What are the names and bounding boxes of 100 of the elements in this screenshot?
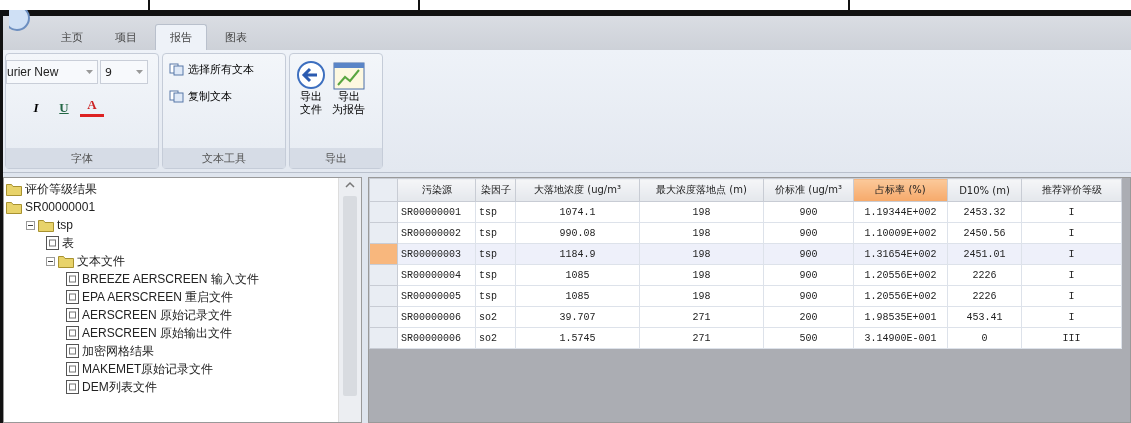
document-icon — [66, 362, 79, 376]
tree-item[interactable]: tsp — [57, 218, 73, 232]
document-icon — [66, 344, 79, 358]
group-title: 字体 — [6, 148, 158, 168]
tree-item[interactable]: BREEZE AERSCREEN 输入文件 — [82, 270, 259, 288]
table-cell: 0 — [947, 327, 1022, 349]
tree-item[interactable]: AERSCREEN 原始记录文件 — [82, 306, 233, 324]
group-title: 导出 — [290, 148, 382, 168]
column-header[interactable]: 占标率 (%) — [853, 178, 948, 202]
table-cell: so2 — [475, 327, 516, 349]
table-cell: tsp — [475, 201, 516, 223]
tree-item[interactable]: 加密网格结果 — [82, 342, 154, 360]
document-icon — [66, 380, 79, 394]
row-header[interactable] — [369, 243, 398, 265]
table-cell: 900 — [763, 222, 854, 244]
row-header[interactable] — [369, 285, 398, 307]
table-cell: 2450.56 — [947, 222, 1022, 244]
format-button[interactable]: U — [52, 96, 76, 120]
caret-icon — [86, 70, 93, 74]
table-cell: I — [1021, 306, 1122, 328]
format-button[interactable]: I — [24, 96, 48, 120]
ribbon-tab[interactable]: 图表 — [211, 24, 261, 50]
group-title: 文本工具 — [163, 148, 285, 168]
table-cell: 1074.1 — [515, 201, 640, 223]
table-cell: 1.19344E+002 — [853, 201, 948, 223]
column-header[interactable]: 推荐评价等级 — [1021, 178, 1122, 202]
tree-item[interactable]: EPA AERSCREEN 重启文件 — [82, 288, 234, 306]
tree-item[interactable]: 文本文件 — [77, 252, 125, 270]
table-cell: 900 — [763, 264, 854, 286]
table-cell: 900 — [763, 285, 854, 307]
tree-item[interactable]: MAKEMET原始记录文件 — [82, 360, 214, 378]
document-icon — [66, 308, 79, 322]
table-cell: 2453.32 — [947, 201, 1022, 223]
select-icon — [169, 63, 184, 76]
copy-icon — [169, 90, 184, 103]
table-cell: I — [1021, 201, 1122, 223]
app-menu-icon[interactable] — [9, 10, 31, 32]
column-header[interactable]: 染因子 — [475, 178, 516, 202]
font-field[interactable]: urier New — [6, 60, 98, 84]
tree-item[interactable]: 评价等级结果 — [25, 180, 97, 198]
column-header[interactable]: 大落地浓度 (ug/m³ — [515, 178, 640, 202]
table-cell: tsp — [475, 222, 516, 244]
table-cell: 2226 — [947, 285, 1022, 307]
caret-icon — [136, 70, 143, 74]
row-header[interactable] — [369, 327, 398, 349]
font-size-field[interactable]: 9 — [100, 60, 148, 84]
folder-icon — [38, 218, 54, 232]
ribbon-tab[interactable]: 报告 — [155, 24, 207, 50]
row-header[interactable] — [369, 222, 398, 244]
collapse-toggle[interactable] — [46, 256, 55, 266]
document-icon — [46, 236, 59, 250]
table-cell: 990.08 — [515, 222, 640, 244]
table-cell: 2226 — [947, 264, 1022, 286]
ribbon-button[interactable]: 导出 为报告 — [332, 60, 365, 142]
tree-item[interactable]: DEM列表文件 — [82, 378, 157, 396]
table-cell: I — [1021, 285, 1122, 307]
table-cell: tsp — [475, 285, 516, 307]
table-cell: SR00000006 — [397, 327, 476, 349]
table-cell: 198 — [639, 201, 764, 223]
table-cell: 198 — [639, 222, 764, 244]
table-cell: 1085 — [515, 285, 640, 307]
ribbon-tab[interactable]: 主页 — [47, 24, 97, 50]
table-cell: 271 — [639, 306, 764, 328]
table-cell: SR00000001 — [397, 201, 476, 223]
scrollbar[interactable] — [338, 178, 361, 422]
table-cell: 200 — [763, 306, 854, 328]
table-cell: so2 — [475, 306, 516, 328]
tree-item[interactable]: AERSCREEN 原始输出文件 — [82, 324, 233, 342]
table-cell: SR00000002 — [397, 222, 476, 244]
table-cell: 1.20556E+002 — [853, 285, 948, 307]
table-cell: tsp — [475, 264, 516, 286]
table-cell: 39.707 — [515, 306, 640, 328]
document-icon — [66, 290, 79, 304]
folder-icon — [6, 200, 22, 214]
table-cell: 3.14900E-001 — [853, 327, 948, 349]
chart-icon — [332, 60, 365, 90]
column-header[interactable]: 最大浓度落地点 (m) — [639, 178, 764, 202]
row-header[interactable] — [369, 264, 398, 286]
table-cell: 453.41 — [947, 306, 1022, 328]
column-header[interactable]: 污染源 — [397, 178, 476, 202]
tree-item[interactable]: SR00000001 — [25, 200, 96, 214]
table-cell: I — [1021, 264, 1122, 286]
tree-item[interactable]: 表 — [62, 234, 74, 252]
table-cell: I — [1021, 222, 1122, 244]
table-cell: 1085 — [515, 264, 640, 286]
column-header[interactable]: D10% (m) — [947, 178, 1022, 202]
format-button[interactable]: A — [80, 96, 104, 117]
column-header[interactable]: 价标准 (ug/m³ — [763, 178, 854, 202]
ribbon-tab[interactable]: 项目 — [101, 24, 151, 50]
row-header[interactable] — [369, 201, 398, 223]
ribbon-button[interactable]: 导出 文件 — [296, 60, 326, 142]
ribbon-button[interactable]: 复制文本 — [169, 87, 279, 106]
collapse-toggle[interactable] — [26, 220, 35, 230]
table-cell: III — [1021, 327, 1122, 349]
table-cell: SR00000004 — [397, 264, 476, 286]
row-header[interactable] — [369, 306, 398, 328]
table-cell: 198 — [639, 285, 764, 307]
table-cell: 900 — [763, 201, 854, 223]
ribbon-button[interactable]: 选择所有文本 — [169, 60, 279, 79]
table-cell: SR00000005 — [397, 285, 476, 307]
